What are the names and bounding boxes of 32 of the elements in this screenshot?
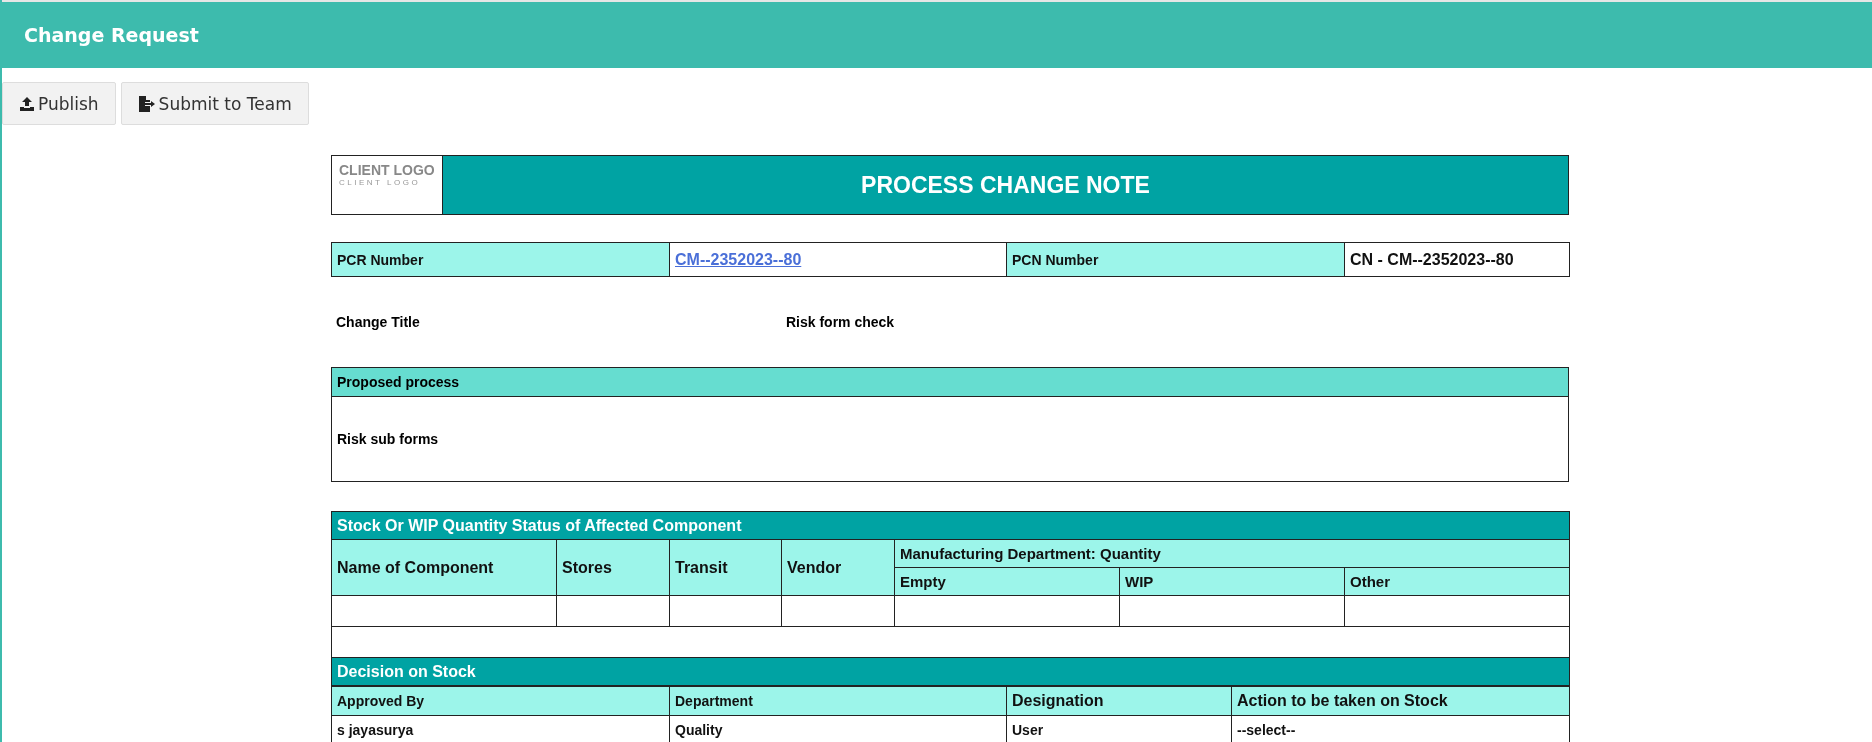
file-export-icon bbox=[137, 95, 156, 112]
column-header: Vendor bbox=[781, 539, 895, 596]
table-cell: Quality bbox=[669, 715, 1007, 742]
pcr-number-link[interactable]: CM--2352023--80 bbox=[675, 250, 802, 268]
page-title: Change Request bbox=[24, 24, 199, 46]
field-label: PCN Number bbox=[1006, 242, 1345, 277]
column-header: WIP bbox=[1119, 567, 1345, 596]
section-text: Risk sub forms bbox=[337, 431, 439, 447]
table-cell: --select-- bbox=[1231, 715, 1570, 742]
column-header: Approved By bbox=[331, 686, 670, 716]
column-header: Stores bbox=[556, 539, 670, 596]
section-header: Proposed process bbox=[332, 368, 1568, 397]
upload-icon bbox=[19, 95, 35, 112]
table-cell: s jayasurya bbox=[331, 715, 670, 742]
column-header: Department bbox=[669, 686, 1007, 716]
column-header: Other bbox=[1344, 567, 1570, 596]
section-header: Decision on Stock bbox=[331, 657, 1570, 686]
section-header: Stock Or WIP Quantity Status of Affected Component bbox=[331, 511, 1570, 540]
field-label: PCR Number bbox=[331, 242, 670, 277]
column-group-header: Manufacturing Department: Quantity bbox=[894, 539, 1570, 568]
submit-button[interactable]: Submit to Team bbox=[120, 82, 309, 125]
field-value: CN - CM--2352023--80 bbox=[1344, 242, 1570, 277]
column-header: Name of Component bbox=[331, 539, 557, 596]
column-header: Designation bbox=[1006, 686, 1232, 716]
column-header: Empty bbox=[894, 567, 1120, 596]
column-header: Transit bbox=[669, 539, 782, 596]
field-label: Risk form check bbox=[786, 314, 896, 330]
form-title: PROCESS CHANGE NOTE bbox=[443, 156, 1568, 214]
publish-button[interactable]: Publish bbox=[2, 82, 116, 125]
column-header: Action to be taken on Stock bbox=[1231, 686, 1570, 716]
field-label: Change Title bbox=[336, 314, 421, 330]
table-cell: User bbox=[1006, 715, 1232, 742]
